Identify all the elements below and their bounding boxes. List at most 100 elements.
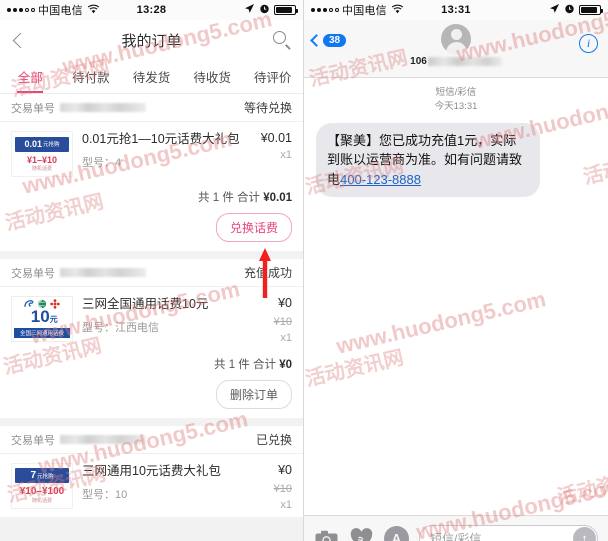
redeem-credit-button[interactable]: 兑换话费	[215, 213, 292, 242]
thumb-sub: 随机话费	[31, 165, 52, 172]
product-price: ¥0.01	[260, 131, 292, 145]
thumb-band-amount: 7	[30, 470, 37, 481]
thumb-range: ¥1–¥10	[26, 154, 58, 165]
product-info: 三网全国通用话费10元 型号：江西电信	[73, 296, 240, 344]
status-bar-left: 中国电信 13:28	[0, 0, 303, 20]
thumb-amount-value: 10	[30, 307, 50, 326]
thumb-band-unit: 元抢购	[37, 473, 54, 480]
orders-list[interactable]: 交易单号 等待兑换 0.01 元抢购 ¥1–¥10 随机话费 0.01元抢1—1…	[0, 94, 303, 541]
messages-navbar: 38 106 i	[304, 20, 608, 78]
order-total-amount: ¥0	[279, 359, 292, 371]
thumb-amount-unit: 元	[49, 315, 58, 324]
product-model: 型号：4	[82, 157, 122, 170]
product-price-block: ¥0 ¥10 x1	[240, 296, 292, 344]
product-original-price: ¥10	[273, 316, 292, 328]
order-card[interactable]: 交易单号 等待兑换 0.01 元抢购 ¥1–¥10 随机话费 0.01元抢1—1…	[0, 94, 303, 251]
order-total-amount: ¥0.01	[263, 192, 292, 204]
thumb-sub: 随机话费	[31, 498, 52, 504]
tab-label: 待发货	[132, 71, 171, 85]
order-number-value-redacted	[60, 435, 146, 444]
product-price: ¥0	[278, 296, 292, 310]
battery-icon	[274, 5, 298, 15]
product-original-price: ¥10	[273, 483, 292, 495]
thumb-band: 0.01 元抢购	[15, 136, 69, 152]
tab-pending-review[interactable]: 待评价	[242, 60, 303, 93]
order-header: 交易单号 等待兑换	[0, 94, 303, 122]
order-total: 共 1 件 合计 ¥0.01	[0, 183, 303, 213]
tab-pending-shipment[interactable]: 待发货	[121, 60, 182, 93]
order-item-row[interactable]: 0.01 元抢购 ¥1–¥10 随机话费 0.01元抢1—10元话费大礼包 型号…	[0, 122, 303, 183]
page-title: 我的订单	[121, 32, 182, 50]
product-title: 0.01元抢1—10元话费大礼包	[82, 132, 240, 146]
order-total-prefix: 共 1 件 合计	[198, 192, 264, 204]
order-item-row[interactable]: 7 元抢购 ¥10–¥100 随机话费 三网通用10元话费大礼包 型号：10 ¥…	[0, 454, 303, 517]
message-bubble-incoming[interactable]: 【聚美】您已成功充值1元，实际到账以运营商为准。如有问题请致电400-123-8…	[316, 122, 540, 198]
product-quantity: x1	[280, 149, 292, 161]
message-input-toolbar: A 短信/彩信 ↑	[304, 515, 608, 541]
annotation-arrow-icon	[258, 248, 272, 298]
product-title: 三网全国通用话费10元	[82, 297, 209, 311]
order-filter-tabs: 全部 待付款 待发货 待收货 待评价	[0, 60, 303, 94]
product-title: 三网通用10元话费大礼包	[82, 464, 221, 478]
message-thread[interactable]: 短信/彩信 今天13:31 【聚美】您已成功充值1元，实际到账以运营商为准。如有…	[304, 78, 608, 515]
product-thumbnail: x10元 全国三网通用话费	[11, 296, 73, 342]
tab-label: 全部	[17, 71, 43, 85]
order-card[interactable]: 交易单号 已兑换 7 元抢购 ¥10–¥100 随机话费 三网通用10元话费大礼…	[0, 426, 303, 517]
product-quantity: x1	[280, 499, 292, 511]
send-button[interactable]: ↑	[573, 527, 596, 541]
status-bar-right: 中国电信 13:31	[304, 0, 608, 20]
product-thumbnail: 7 元抢购 ¥10–¥100 随机话费	[11, 463, 73, 509]
message-input-placeholder: 短信/彩信	[430, 532, 482, 541]
product-quantity: x1	[280, 332, 292, 344]
status-bar-clock: 13:31	[441, 4, 471, 16]
order-total: 共 1 件 合计 ¥0	[0, 350, 303, 380]
product-model: 型号：10	[82, 489, 128, 502]
phone-number-link[interactable]: 400-123-8888	[340, 172, 421, 187]
app-store-glyph: A	[384, 526, 409, 541]
thread-contact[interactable]: 106	[304, 24, 608, 67]
thumb-band-unit: 元抢购	[43, 142, 60, 148]
order-number-label: 交易单号	[11, 267, 55, 280]
status-bar-clock: 13:28	[136, 4, 167, 16]
order-status-badge: 已兑换	[255, 433, 292, 447]
contact-number: 106	[410, 56, 502, 67]
digital-touch-icon[interactable]	[349, 526, 374, 541]
contact-number-redacted	[427, 57, 502, 66]
screenshot-stage: 中国电信 13:28 我的订单 全部 待付款 待发货 待收货 待评价 交易单号 …	[0, 0, 608, 541]
order-header: 交易单号 已兑换	[0, 426, 303, 454]
tab-label: 待评价	[253, 71, 292, 85]
tab-pending-receipt[interactable]: 待收货	[182, 60, 243, 93]
order-status-badge: 等待兑换	[243, 101, 292, 115]
thread-meta: 短信/彩信 今天13:31	[316, 86, 596, 114]
camera-icon[interactable]	[314, 526, 339, 541]
product-price: ¥0	[278, 463, 292, 477]
product-price-block: ¥0 ¥10 x1	[240, 463, 292, 511]
contact-number-prefix: 106	[410, 56, 427, 67]
thread-type-label: 短信/彩信	[435, 87, 477, 98]
tab-all[interactable]: 全部	[0, 60, 61, 93]
thumb-amount: x10元	[26, 307, 58, 327]
tab-pending-payment[interactable]: 待付款	[61, 60, 122, 93]
thumb-footer: 全国三网通用话费	[14, 328, 70, 338]
orders-navbar: 我的订单	[0, 20, 303, 60]
order-number-label: 交易单号	[11, 434, 55, 447]
app-store-icon[interactable]: A	[384, 526, 409, 541]
product-price-block: ¥0.01 x1	[240, 131, 292, 177]
tab-label: 待收货	[193, 71, 231, 85]
thumb-band: 7 元抢购	[15, 468, 69, 483]
order-action-row: 兑换话费	[0, 213, 303, 251]
search-icon[interactable]	[273, 31, 291, 49]
orders-app-panel: 中国电信 13:28 我的订单 全部 待付款 待发货 待收货 待评价 交易单号 …	[0, 0, 304, 541]
order-number-value-redacted	[60, 268, 146, 277]
delete-order-button[interactable]: 删除订单	[215, 380, 292, 409]
message-input[interactable]: 短信/彩信 ↑	[419, 525, 598, 541]
thumb-band-amount: 0.01	[24, 139, 42, 149]
order-action-row: 删除订单	[0, 380, 303, 418]
order-number-value-redacted	[60, 103, 146, 112]
battery-icon	[579, 5, 603, 15]
product-info: 0.01元抢1—10元话费大礼包 型号：4	[73, 131, 240, 177]
order-number-label: 交易单号	[11, 102, 55, 115]
messages-app-panel: 中国电信 13:31 38 106 i 短信/彩信 今天13:31 【聚美】您已…	[304, 0, 608, 541]
product-thumbnail: 0.01 元抢购 ¥1–¥10 随机话费	[11, 131, 73, 177]
order-total-prefix: 共 1 件 合计	[214, 359, 280, 371]
